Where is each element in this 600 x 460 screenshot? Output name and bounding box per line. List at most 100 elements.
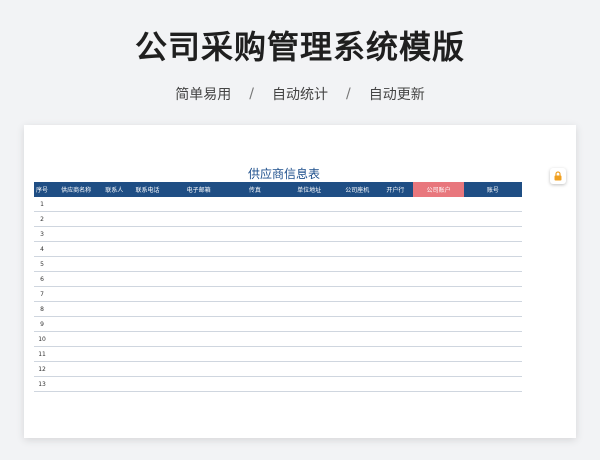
table-cell[interactable] — [126, 376, 169, 392]
table-cell[interactable] — [280, 256, 338, 272]
table-cell[interactable] — [280, 286, 338, 302]
table-cell[interactable] — [168, 241, 229, 257]
table-cell[interactable] — [168, 226, 229, 242]
table-cell[interactable] — [413, 301, 464, 317]
row-index-cell[interactable]: 7 — [34, 286, 51, 302]
table-cell[interactable] — [126, 316, 169, 332]
table-cell[interactable] — [50, 286, 103, 302]
table-cell[interactable] — [102, 271, 127, 287]
table-cell[interactable] — [413, 286, 464, 302]
table-cell[interactable] — [228, 376, 281, 392]
row-index-cell[interactable]: 5 — [34, 256, 51, 272]
table-cell[interactable] — [126, 197, 169, 212]
table-cell[interactable] — [377, 286, 414, 302]
table-cell[interactable] — [337, 361, 378, 377]
table-cell[interactable] — [377, 256, 414, 272]
table-cell[interactable] — [463, 226, 522, 242]
row-index-cell[interactable]: 2 — [34, 211, 51, 227]
table-cell[interactable] — [102, 361, 127, 377]
table-cell[interactable] — [228, 226, 281, 242]
table-cell[interactable] — [50, 197, 103, 212]
table-cell[interactable] — [102, 197, 127, 212]
table-cell[interactable] — [126, 331, 169, 347]
table-cell[interactable] — [102, 286, 127, 302]
row-index-cell[interactable]: 4 — [34, 241, 51, 257]
table-cell[interactable] — [280, 361, 338, 377]
table-cell[interactable] — [102, 256, 127, 272]
table-cell[interactable] — [126, 346, 169, 362]
table-cell[interactable] — [337, 316, 378, 332]
table-cell[interactable] — [126, 286, 169, 302]
table-cell[interactable] — [102, 346, 127, 362]
table-cell[interactable] — [377, 331, 414, 347]
table-cell[interactable] — [228, 331, 281, 347]
table-cell[interactable] — [50, 211, 103, 227]
row-index-cell[interactable]: 6 — [34, 271, 51, 287]
table-cell[interactable] — [228, 197, 281, 212]
table-cell[interactable] — [228, 271, 281, 287]
table-cell[interactable] — [50, 241, 103, 257]
table-cell[interactable] — [280, 346, 338, 362]
table-cell[interactable] — [463, 271, 522, 287]
table-cell[interactable] — [102, 376, 127, 392]
table-cell[interactable] — [168, 361, 229, 377]
table-cell[interactable] — [337, 256, 378, 272]
table-cell[interactable] — [126, 226, 169, 242]
table-cell[interactable] — [413, 211, 464, 227]
table-cell[interactable] — [228, 316, 281, 332]
row-index-cell[interactable]: 1 — [34, 197, 51, 212]
table-cell[interactable] — [280, 331, 338, 347]
table-cell[interactable] — [280, 241, 338, 257]
table-cell[interactable] — [463, 361, 522, 377]
table-cell[interactable] — [102, 301, 127, 317]
table-cell[interactable] — [377, 211, 414, 227]
table-cell[interactable] — [228, 211, 281, 227]
table-cell[interactable] — [463, 241, 522, 257]
table-cell[interactable] — [413, 376, 464, 392]
table-cell[interactable] — [228, 286, 281, 302]
row-index-cell[interactable]: 3 — [34, 226, 51, 242]
table-cell[interactable] — [280, 226, 338, 242]
table-cell[interactable] — [126, 361, 169, 377]
row-index-cell[interactable]: 11 — [34, 346, 51, 362]
table-cell[interactable] — [463, 197, 522, 212]
table-cell[interactable] — [50, 226, 103, 242]
table-cell[interactable] — [377, 361, 414, 377]
table-cell[interactable] — [102, 241, 127, 257]
table-cell[interactable] — [50, 361, 103, 377]
table-cell[interactable] — [50, 301, 103, 317]
table-cell[interactable] — [377, 241, 414, 257]
table-cell[interactable] — [337, 197, 378, 212]
table-cell[interactable] — [102, 316, 127, 332]
table-cell[interactable] — [168, 331, 229, 347]
table-cell[interactable] — [126, 211, 169, 227]
table-cell[interactable] — [413, 241, 464, 257]
table-cell[interactable] — [280, 316, 338, 332]
table-cell[interactable] — [280, 301, 338, 317]
table-cell[interactable] — [280, 271, 338, 287]
row-index-cell[interactable]: 10 — [34, 331, 51, 347]
table-cell[interactable] — [413, 361, 464, 377]
table-cell[interactable] — [228, 256, 281, 272]
table-cell[interactable] — [413, 226, 464, 242]
table-cell[interactable] — [168, 197, 229, 212]
table-cell[interactable] — [126, 301, 169, 317]
table-cell[interactable] — [280, 197, 338, 212]
table-cell[interactable] — [463, 256, 522, 272]
table-cell[interactable] — [377, 346, 414, 362]
table-cell[interactable] — [168, 286, 229, 302]
table-cell[interactable] — [50, 346, 103, 362]
table-cell[interactable] — [102, 226, 127, 242]
table-cell[interactable] — [337, 211, 378, 227]
table-cell[interactable] — [50, 256, 103, 272]
row-index-cell[interactable]: 9 — [34, 316, 51, 332]
table-cell[interactable] — [337, 331, 378, 347]
table-cell[interactable] — [377, 226, 414, 242]
table-cell[interactable] — [168, 301, 229, 317]
table-cell[interactable] — [168, 256, 229, 272]
table-cell[interactable] — [228, 241, 281, 257]
table-cell[interactable] — [377, 376, 414, 392]
lock-badge[interactable] — [550, 168, 566, 184]
table-cell[interactable] — [413, 256, 464, 272]
table-cell[interactable] — [463, 331, 522, 347]
